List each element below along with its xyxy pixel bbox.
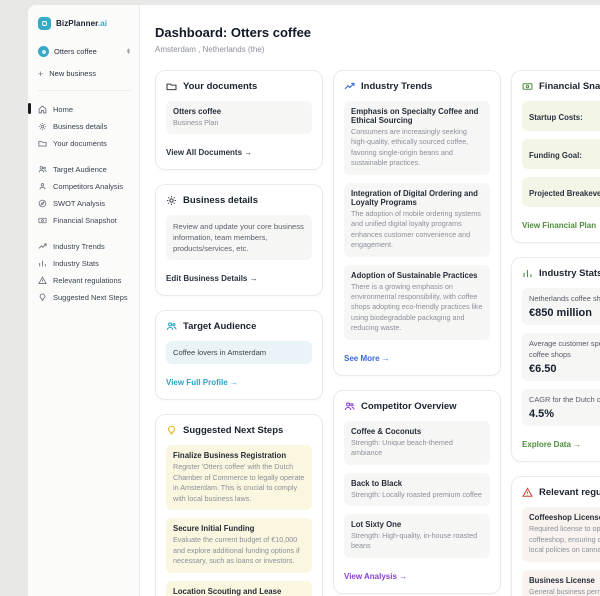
industry-trends-card: Industry Trends Emphasis on Specialty Co…	[333, 70, 501, 376]
business-details-summary: Review and update your core business inf…	[166, 215, 312, 260]
nav-group-insights: Industry Trends Industry Stats Relevant …	[38, 238, 131, 306]
stat-item: Netherlands coffee shop market size €850…	[522, 288, 600, 325]
sidebar-item-relevant-regulations[interactable]: Relevant regulations	[38, 272, 131, 289]
card-title: Business details	[183, 195, 258, 206]
nav-group-core: Home Business details Your documents	[38, 101, 131, 152]
gear-icon	[38, 122, 47, 131]
app-window: BizPlanner.ai Otters coffee ▲▼ + New bus…	[28, 5, 600, 596]
brand-name: BizPlanner.ai	[56, 19, 107, 28]
lightbulb-icon	[166, 425, 177, 436]
warning-triangle-icon	[522, 487, 533, 498]
sidebar-item-industry-stats[interactable]: Industry Stats	[38, 255, 131, 272]
sidebar-item-your-documents[interactable]: Your documents	[38, 135, 131, 152]
stat-item: CAGR for the Dutch coffee shop market 4.…	[522, 389, 600, 426]
audience-profile: Coffee lovers in Amsterdam	[166, 341, 312, 364]
active-indicator	[28, 103, 31, 114]
business-name: Otters coffee	[54, 47, 121, 56]
business-selector[interactable]: Otters coffee ▲▼	[38, 46, 131, 57]
your-documents-card: Your documents Otters coffee Business Pl…	[155, 70, 323, 170]
card-title: Financial Snapshot	[539, 81, 600, 92]
business-details-card: Business details Review and update your …	[155, 184, 323, 296]
banknote-icon	[522, 81, 533, 92]
regulation-item: Coffeeshop License Required license to o…	[522, 507, 600, 561]
trend-item: Adoption of Sustainable Practices There …	[344, 265, 490, 340]
card-title: Competitor Overview	[361, 401, 457, 412]
sidebar-item-industry-trends[interactable]: Industry Trends	[38, 238, 131, 255]
view-all-documents-link[interactable]: View All Documents →	[166, 148, 252, 157]
edit-business-details-link[interactable]: Edit Business Details →	[166, 274, 258, 283]
sidebar-item-swot-analysis[interactable]: SWOT Analysis	[38, 195, 131, 212]
competitor-item: Lot Sixty One Strength: High-quality, in…	[344, 514, 490, 558]
brand: BizPlanner.ai	[38, 17, 131, 30]
folder-icon	[38, 139, 47, 148]
new-business-button[interactable]: + New business	[38, 69, 131, 91]
plus-icon: +	[38, 71, 43, 77]
warning-triangle-icon	[38, 276, 47, 285]
gear-icon	[166, 195, 177, 206]
financial-snapshot-card: Financial Snapshot Startup Costs: Fundin…	[511, 70, 600, 243]
page-background: BizPlanner.ai Otters coffee ▲▼ + New bus…	[0, 0, 600, 596]
competitor-item: Coffee & Coconuts Strength: Unique beach…	[344, 421, 490, 465]
view-full-profile-link[interactable]: View Full Profile →	[166, 378, 238, 387]
bar-chart-icon	[38, 259, 47, 268]
column-left: Your documents Otters coffee Business Pl…	[155, 70, 323, 596]
banknote-icon	[38, 216, 47, 225]
regulation-item: Business License General business permit…	[522, 570, 600, 596]
folder-icon	[166, 81, 177, 92]
home-icon	[38, 105, 47, 114]
sidebar-item-business-details[interactable]: Business details	[38, 118, 131, 135]
main-content: Dashboard: Otters coffee Amsterdam , Net…	[140, 5, 600, 596]
column-middle: Industry Trends Emphasis on Specialty Co…	[333, 70, 501, 596]
trend-up-icon	[344, 81, 355, 92]
users-icon	[344, 401, 355, 412]
industry-stats-card: Industry Stats Netherlands coffee shop m…	[511, 257, 600, 462]
stat-item: Average customer spending per visit in c…	[522, 333, 600, 381]
competitor-item: Back to Black Strength: Locally roasted …	[344, 473, 490, 506]
financial-row: Startup Costs:	[522, 101, 600, 131]
trend-item: Emphasis on Specialty Coffee and Ethical…	[344, 101, 490, 175]
next-step-item: Location Scouting and Lease Agreement Id…	[166, 581, 312, 596]
trend-up-icon	[38, 242, 47, 251]
page-title: Dashboard: Otters coffee	[155, 25, 600, 40]
card-title: Relevant regulations	[539, 487, 600, 498]
card-title: Industry Trends	[361, 81, 432, 92]
view-financial-plan-link[interactable]: View Financial Plan →	[522, 221, 600, 230]
view-analysis-link[interactable]: View Analysis →	[344, 572, 407, 581]
users-icon	[166, 321, 177, 332]
relevant-regulations-card: Relevant regulations Coffeeshop License …	[511, 476, 600, 596]
card-title: Your documents	[183, 81, 257, 92]
column-right: Financial Snapshot Startup Costs: Fundin…	[511, 70, 600, 596]
sidebar: BizPlanner.ai Otters coffee ▲▼ + New bus…	[28, 5, 140, 596]
next-step-item: Secure Initial Funding Evaluate the curr…	[166, 518, 312, 572]
sidebar-item-home[interactable]: Home	[38, 101, 131, 118]
sidebar-item-competitors-analysis[interactable]: Competitors Analysis	[38, 178, 131, 195]
users-icon	[38, 165, 47, 174]
trend-item: Integration of Digital Ordering and Loya…	[344, 183, 490, 257]
financial-row: Funding Goal:	[522, 139, 600, 169]
page-subtitle: Amsterdam , Netherlands (the)	[155, 45, 600, 54]
card-title: Target Audience	[183, 321, 256, 332]
sidebar-item-target-audience[interactable]: Target Audience	[38, 161, 131, 178]
new-business-label: New business	[49, 69, 96, 78]
financial-row: Projected Breakeven:	[522, 177, 600, 207]
business-avatar	[38, 46, 49, 57]
users-group-icon	[38, 182, 47, 191]
bar-chart-icon	[522, 268, 533, 279]
lightbulb-icon	[38, 293, 47, 302]
document-item[interactable]: Otters coffee Business Plan	[166, 101, 312, 134]
explore-data-link[interactable]: Explore Data →	[522, 440, 581, 449]
see-more-link[interactable]: See More →	[344, 354, 390, 363]
chevron-updown-icon: ▲▼	[126, 49, 131, 55]
suggested-next-steps-card: Suggested Next Steps Finalize Business R…	[155, 414, 323, 596]
competitor-overview-card: Competitor Overview Coffee & Coconuts St…	[333, 390, 501, 594]
sidebar-item-suggested-next-steps[interactable]: Suggested Next Steps	[38, 289, 131, 306]
compass-icon	[38, 199, 47, 208]
next-step-item: Finalize Business Registration Register …	[166, 445, 312, 510]
sidebar-item-financial-snapshot[interactable]: Financial Snapshot	[38, 212, 131, 229]
target-audience-card: Target Audience Coffee lovers in Amsterd…	[155, 310, 323, 400]
nav-group-analysis: Target Audience Competitors Analysis SWO…	[38, 161, 131, 229]
brand-logo-icon	[38, 17, 51, 30]
card-title: Industry Stats	[539, 268, 600, 279]
card-title: Suggested Next Steps	[183, 425, 283, 436]
